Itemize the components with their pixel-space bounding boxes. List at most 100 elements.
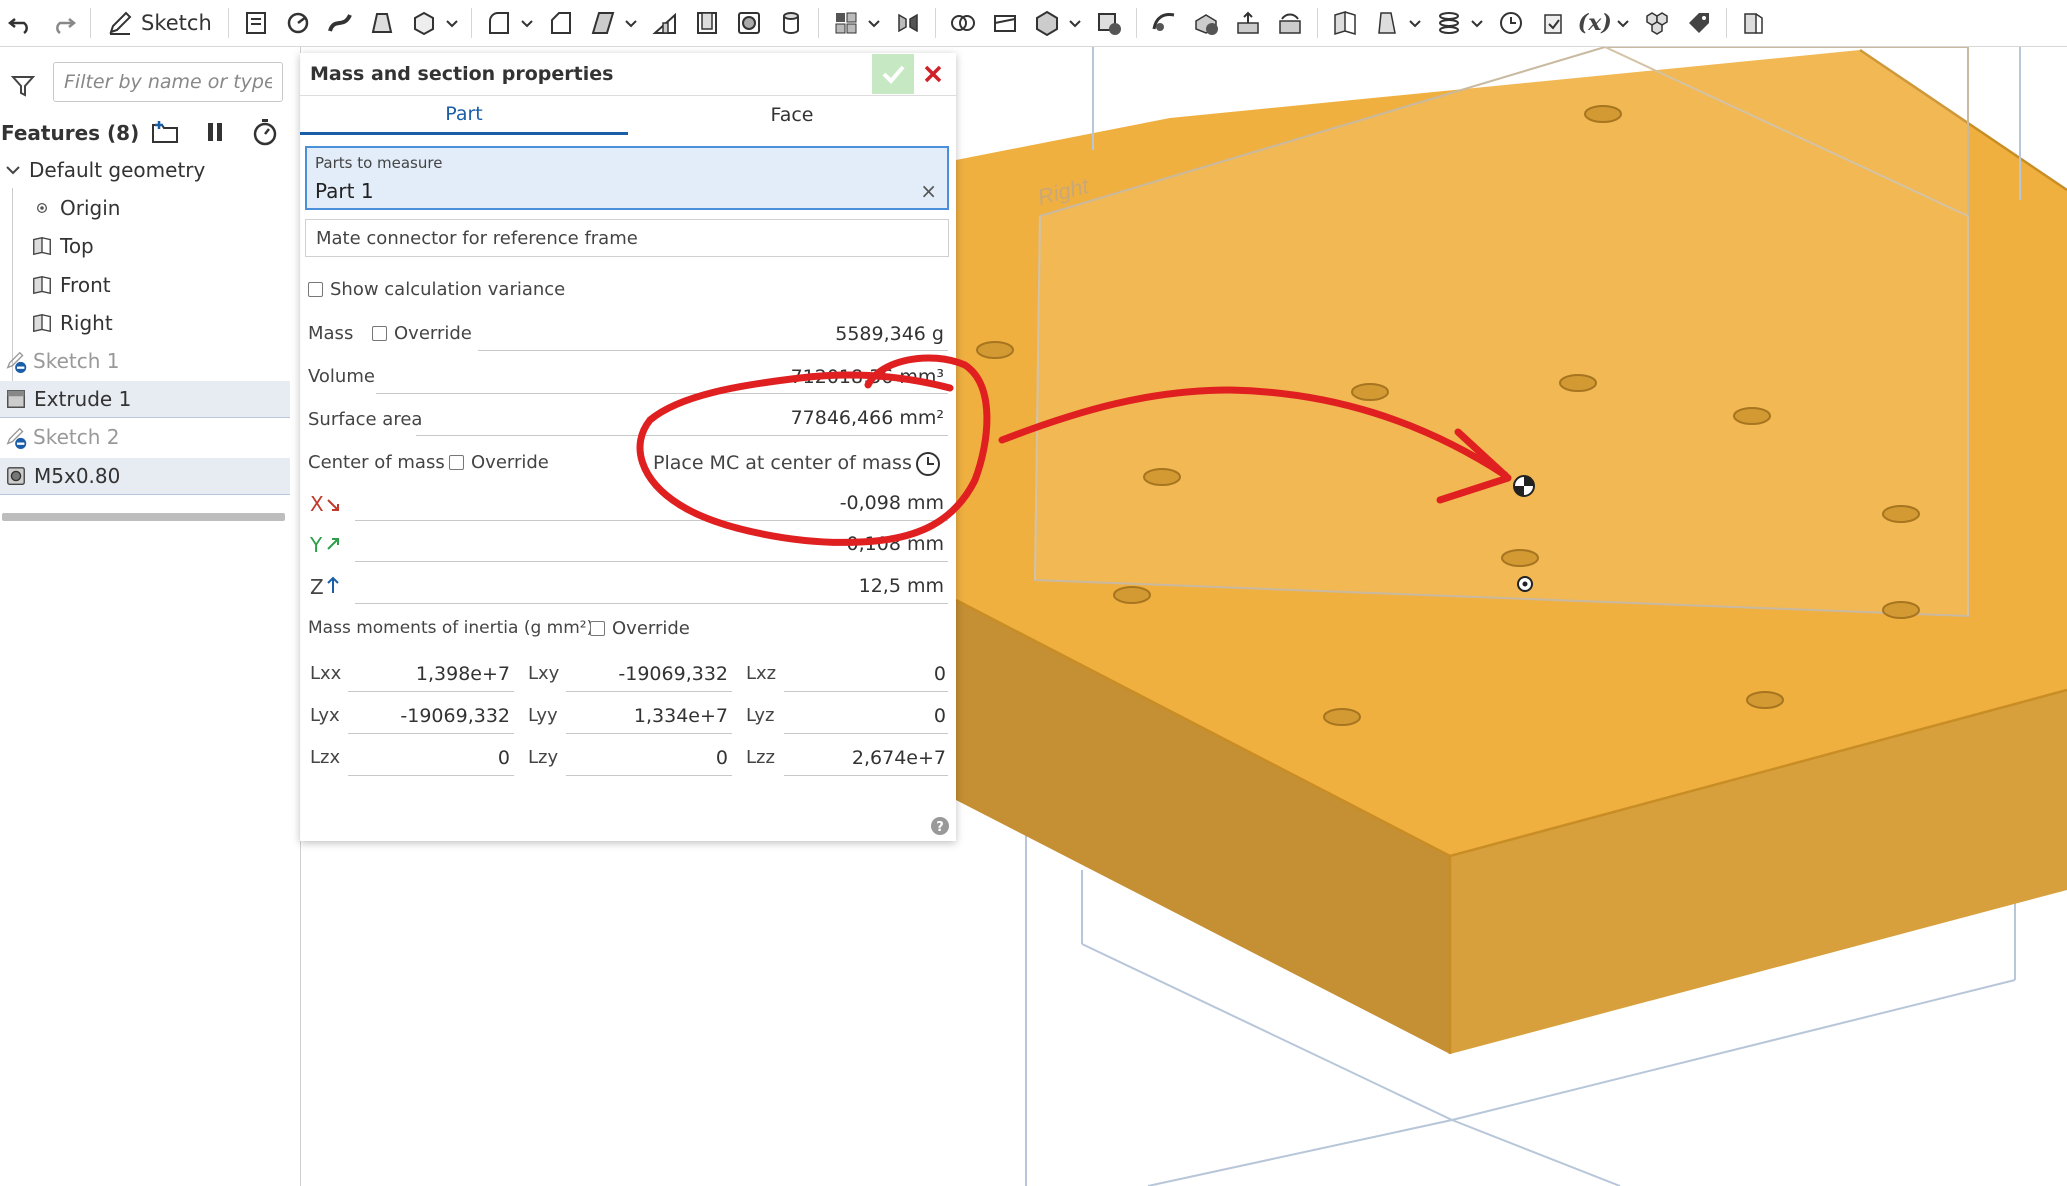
filter-icon[interactable]: [10, 73, 36, 99]
inertia-value: 1,398e+7: [415, 663, 510, 685]
place-mc-label[interactable]: Place MC at center of mass: [653, 452, 912, 474]
parts-to-measure-field[interactable]: Parts to measure Part 1 ×: [305, 146, 949, 210]
tree-item-sketch-1[interactable]: Sketch 1: [0, 343, 290, 379]
hole-button[interactable]: [732, 6, 766, 40]
inertia-key: Lyz: [746, 705, 775, 726]
boolean-button[interactable]: [946, 6, 980, 40]
cylinder-icon: [782, 12, 799, 34]
assembly-button[interactable]: [1640, 6, 1674, 40]
transform-dropdown[interactable]: [1068, 6, 1082, 40]
sketch-icon: [109, 11, 132, 35]
tag-icon: [1688, 13, 1709, 33]
tree-item-sketch-2[interactable]: Sketch 2: [0, 419, 290, 455]
chevron-down-icon: [446, 20, 458, 28]
show-variance-row: Show calculation variance: [300, 274, 956, 310]
mate-connector-field[interactable]: Mate connector for reference frame: [305, 219, 949, 257]
move-face-button[interactable]: [1231, 6, 1265, 40]
stopwatch-icon[interactable]: [250, 117, 280, 147]
accept-button[interactable]: [872, 54, 914, 94]
redo-button[interactable]: [46, 6, 80, 40]
show-variance-checkbox[interactable]: [308, 282, 323, 297]
toolbar-divider: [227, 8, 229, 38]
feature-studio-button[interactable]: [239, 6, 273, 40]
split-button[interactable]: [988, 6, 1022, 40]
transform-button[interactable]: [1030, 6, 1064, 40]
field-underline: [348, 691, 514, 692]
plane-icon: [33, 275, 51, 295]
help-icon[interactable]: ?: [930, 816, 950, 836]
field-underline: [784, 733, 948, 734]
helix-button[interactable]: [1432, 6, 1466, 40]
field-underline: [416, 435, 948, 436]
tab-face[interactable]: Face: [628, 95, 956, 135]
filter-input[interactable]: [53, 62, 283, 102]
pattern-button[interactable]: [829, 6, 863, 40]
mass-override-checkbox[interactable]: [372, 326, 387, 341]
plane-button[interactable]: [1328, 6, 1362, 40]
chamfer-button[interactable]: [544, 6, 578, 40]
tree-item-hole[interactable]: M5x0.80: [0, 458, 290, 495]
tree-item-extrude-1[interactable]: Extrude 1: [0, 381, 290, 418]
inertia-row-z: Lzx 0 Lzy 0 Lzz 2,674e+7: [300, 741, 956, 777]
pause-icon[interactable]: [200, 117, 230, 147]
add-folder-icon[interactable]: [150, 117, 180, 147]
loft-button[interactable]: [365, 6, 399, 40]
rib-button[interactable]: [648, 6, 682, 40]
tab-part[interactable]: Part: [300, 95, 628, 135]
replace-face-button[interactable]: [1273, 6, 1307, 40]
delete-part-icon: [1097, 13, 1121, 35]
chevron-down-icon: [521, 20, 533, 28]
field-underline: [566, 733, 732, 734]
tree-scrollbar[interactable]: [2, 513, 285, 521]
shell-button[interactable]: [690, 6, 724, 40]
inertia-override-checkbox[interactable]: [590, 621, 605, 636]
chevron-down-icon: [625, 20, 637, 28]
mate-connector-dropdown[interactable]: [1408, 6, 1422, 40]
helix-dropdown[interactable]: [1470, 6, 1484, 40]
delete-face-button[interactable]: [1189, 6, 1223, 40]
draft-dropdown[interactable]: [624, 6, 638, 40]
variable-dropdown[interactable]: [1616, 6, 1630, 40]
tree-item-right[interactable]: Right: [0, 305, 290, 341]
tree-item-front[interactable]: Front: [0, 267, 290, 303]
thicken-button[interactable]: [407, 6, 441, 40]
sketch-button[interactable]: Sketch: [97, 10, 222, 36]
mass-label: Mass: [308, 323, 354, 344]
sweep-button[interactable]: [323, 6, 357, 40]
import-icon: [1544, 14, 1562, 34]
revolve-button[interactable]: [281, 6, 315, 40]
hole-icon: [737, 12, 760, 34]
clear-selection-icon[interactable]: ×: [920, 179, 937, 203]
field-underline: [566, 775, 732, 776]
modify-fillet-button[interactable]: [1147, 6, 1181, 40]
cylinder-button[interactable]: [774, 6, 808, 40]
com-override-checkbox[interactable]: [449, 455, 464, 470]
dialog-title: Mass and section properties: [310, 63, 614, 85]
clock-icon[interactable]: [914, 450, 942, 478]
tree-item-default-geometry[interactable]: Default geometry: [0, 152, 290, 188]
thicken-dropdown[interactable]: [445, 6, 459, 40]
import-button[interactable]: [1536, 6, 1570, 40]
cancel-button[interactable]: [918, 59, 948, 89]
inertia-header-row: Mass moments of inertia (g mm²) Override: [300, 613, 956, 649]
center-of-mass-label: Center of mass: [308, 452, 445, 473]
sheetmetal-button[interactable]: [1737, 6, 1771, 40]
tree-item-top[interactable]: Top: [0, 228, 290, 264]
mirror-button[interactable]: [891, 6, 925, 40]
tag-button[interactable]: [1682, 6, 1716, 40]
fillet-button[interactable]: [482, 6, 516, 40]
draft-button[interactable]: [586, 6, 620, 40]
tree-item-origin[interactable]: Origin: [0, 190, 290, 226]
delete-part-button[interactable]: [1092, 6, 1126, 40]
variable-button[interactable]: (x): [1578, 6, 1612, 40]
fillet-dropdown[interactable]: [520, 6, 534, 40]
center-of-mass-marker[interactable]: [1513, 475, 1535, 497]
measure-button[interactable]: [1494, 6, 1528, 40]
mate-connector-button[interactable]: [1370, 6, 1404, 40]
toolbar-divider: [934, 8, 936, 38]
undo-button[interactable]: [4, 6, 38, 40]
sheetmetal-icon: [1744, 13, 1763, 34]
mass-override-label: Override: [394, 323, 472, 344]
svg-text:?: ?: [936, 820, 944, 835]
pattern-dropdown[interactable]: [867, 6, 881, 40]
